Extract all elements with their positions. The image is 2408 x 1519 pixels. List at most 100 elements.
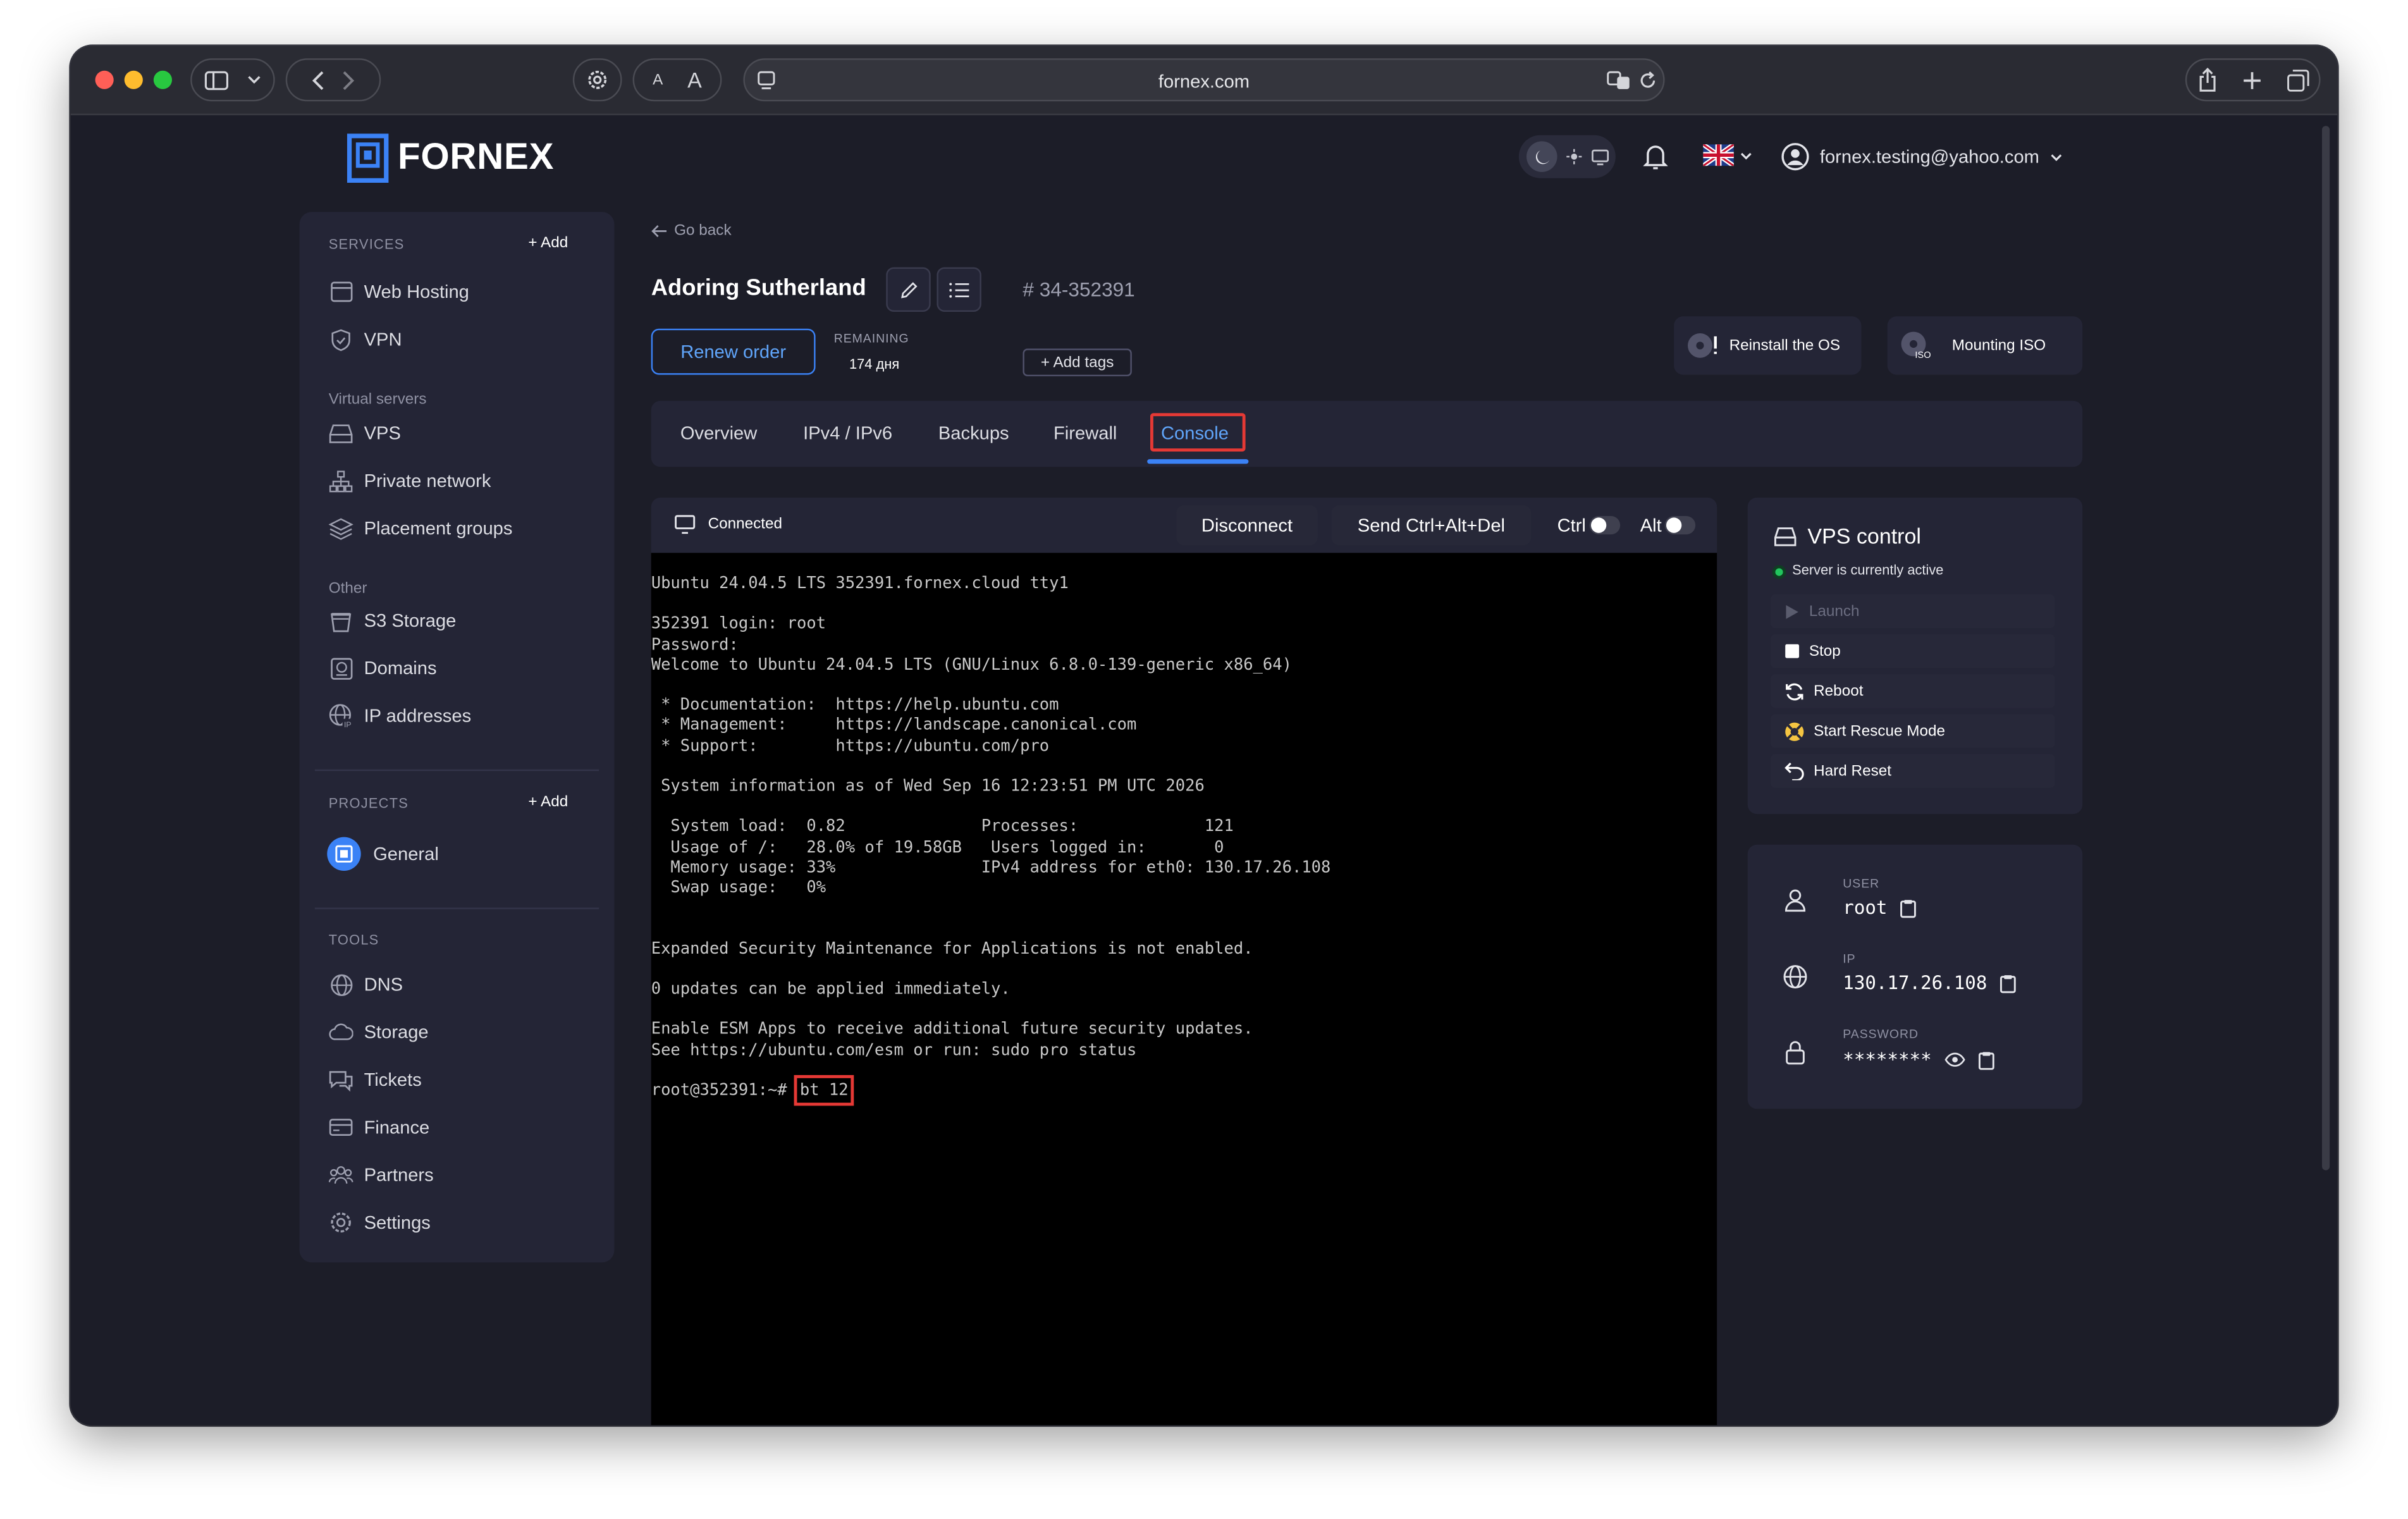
reboot-button[interactable]: Reboot — [1771, 674, 2055, 708]
user-value: root — [1843, 897, 1888, 919]
stop-button[interactable]: Stop — [1771, 634, 2055, 668]
start-rescue-mode-button[interactable]: Start Rescue Mode — [1771, 714, 2055, 748]
eye-icon[interactable] — [1944, 1052, 1965, 1067]
sidebar-item-general-project[interactable]: General — [327, 837, 439, 871]
sidebar-item-ip-addresses[interactable]: IP IP addresses — [329, 703, 472, 729]
tab-ipv4-ipv6[interactable]: IPv4 / IPv6 — [803, 422, 892, 444]
language-selector[interactable] — [1703, 144, 1752, 166]
globe-icon — [1783, 965, 1807, 989]
browser-window: A A fornex.com FORNEX fornex.testing@yah… — [70, 46, 2338, 1425]
svg-text:IP: IP — [344, 720, 351, 728]
copy-icon[interactable] — [1978, 1050, 1995, 1070]
ip-label: IP — [1843, 952, 1856, 966]
extensions-button[interactable] — [572, 58, 622, 102]
user-email: fornex.testing@yahoo.com — [1819, 145, 2039, 168]
send-ctrl-alt-del-button[interactable]: Send Ctrl+Alt+Del — [1331, 505, 1532, 546]
vps-control-title: VPS control — [1807, 524, 1921, 548]
hard-reset-button[interactable]: Hard Reset — [1771, 754, 2055, 788]
renew-order-button[interactable]: Renew order — [651, 328, 816, 375]
sidebar-item-settings[interactable]: Settings — [329, 1210, 431, 1235]
minimize-window-button[interactable] — [124, 70, 143, 89]
domain-icon — [329, 656, 353, 680]
back-arrow-icon[interactable] — [312, 70, 324, 90]
user-menu[interactable]: fornex.testing@yahoo.com — [1781, 143, 2062, 171]
sidebar-item-placement-groups[interactable]: Placement groups — [328, 516, 513, 541]
logo-text: FORNEX — [397, 137, 555, 178]
sidebar-item-domains[interactable]: Domains — [329, 656, 437, 680]
url-text: fornex.com — [1158, 70, 1250, 92]
sidebar-item-web-hosting[interactable]: Web Hosting — [329, 280, 469, 304]
go-back-link[interactable]: Go back — [651, 223, 732, 240]
list-icon — [949, 282, 969, 297]
password-value-row: ******** — [1843, 1049, 1994, 1071]
add-service-button[interactable]: + Add — [528, 235, 568, 252]
tab-overview[interactable]: Overview — [680, 422, 757, 444]
reload-icon[interactable] — [1638, 71, 1657, 91]
mounting-iso-button[interactable]: ISO Mounting ISO — [1887, 316, 2083, 375]
edit-name-button[interactable] — [886, 267, 931, 312]
add-project-button[interactable]: + Add — [528, 794, 568, 811]
moon-icon[interactable] — [1526, 141, 1557, 172]
undo-icon — [1784, 762, 1804, 780]
reboot-icon — [1786, 682, 1803, 700]
alt-switch[interactable] — [1664, 515, 1696, 535]
sidebar-item-storage[interactable]: Storage — [329, 1020, 429, 1045]
user-label: USER — [1843, 876, 1880, 891]
sidebar-item-private-network[interactable]: Private network — [329, 469, 491, 493]
translate-icon[interactable] — [1606, 71, 1631, 91]
remaining-label: REMAINING — [833, 331, 909, 346]
sun-icon[interactable] — [1566, 149, 1582, 164]
sidebar-item-vpn[interactable]: VPN — [329, 327, 402, 352]
forward-arrow-icon[interactable] — [343, 70, 355, 90]
server-menu-button[interactable] — [937, 267, 981, 312]
alt-toggle[interactable]: Alt — [1640, 515, 1696, 536]
card-icon — [329, 1115, 353, 1140]
fornex-logo[interactable]: FORNEX — [347, 133, 554, 183]
sidebar-item-dns[interactable]: DNS — [329, 972, 403, 997]
ctrl-switch[interactable] — [1588, 515, 1620, 535]
font-larger-button[interactable]: A — [687, 68, 702, 92]
font-smaller-button[interactable]: A — [653, 71, 663, 89]
sidebar-item-finance[interactable]: Finance — [329, 1115, 429, 1140]
bell-icon[interactable] — [1643, 143, 1668, 171]
tab-firewall[interactable]: Firewall — [1054, 422, 1117, 444]
terminal-command: bt 12 — [794, 1075, 855, 1106]
address-bar[interactable]: fornex.com — [743, 58, 1665, 102]
monitor-icon[interactable] — [1591, 148, 1609, 165]
sidebar-toggle-button[interactable] — [190, 58, 275, 102]
console-terminal[interactable]: Ubuntu 24.04.5 LTS 352391.fornex.cloud t… — [651, 553, 1717, 1425]
sidebar-item-s3-storage[interactable]: S3 Storage — [329, 608, 456, 633]
gear-icon — [588, 70, 607, 89]
sidebar-item-partners[interactable]: Partners — [328, 1162, 434, 1187]
ip-value-row: 130.17.26.108 — [1843, 972, 2016, 993]
tabs-overview-icon[interactable] — [2286, 68, 2309, 91]
tab-backups[interactable]: Backups — [938, 422, 1009, 444]
copy-icon[interactable] — [1900, 897, 1917, 918]
gear-icon — [329, 1210, 353, 1235]
sidebar-item-label: IP addresses — [364, 704, 472, 727]
theme-switcher[interactable] — [1518, 135, 1616, 178]
new-tab-icon[interactable] — [2241, 70, 2261, 90]
disc-warning-icon — [1687, 333, 1717, 358]
server-id: # 34-352391 — [1023, 278, 1135, 301]
sidebar-item-vps[interactable]: VPS — [329, 421, 401, 445]
zoom-window-button[interactable] — [153, 70, 172, 89]
cloud-icon — [329, 1020, 353, 1045]
ctrl-toggle[interactable]: Ctrl — [1557, 515, 1620, 536]
sidebar-item-label: Placement groups — [364, 517, 513, 539]
tools-label: TOOLS — [328, 932, 379, 948]
sidebar-item-tickets[interactable]: Tickets — [329, 1067, 422, 1092]
uk-flag-icon — [1703, 144, 1734, 166]
credentials-panel: USER root IP 130.17.26.108 PASSWORD ****… — [1747, 844, 2083, 1109]
reinstall-os-button[interactable]: Reinstall the OS — [1674, 316, 1862, 375]
share-icon[interactable] — [2197, 68, 2217, 92]
close-window-button[interactable] — [95, 70, 114, 89]
stop-label: Stop — [1809, 643, 1841, 660]
disconnect-button[interactable]: Disconnect — [1176, 505, 1318, 546]
terminal-prompt: root@352391:~# — [651, 1081, 797, 1100]
sidebar-item-label: DNS — [364, 973, 403, 995]
copy-icon[interactable] — [2000, 973, 2017, 993]
add-tags-button[interactable]: + Add tags — [1023, 348, 1132, 376]
globe-icon — [329, 972, 353, 997]
page-scrollbar[interactable] — [2321, 126, 2330, 1171]
